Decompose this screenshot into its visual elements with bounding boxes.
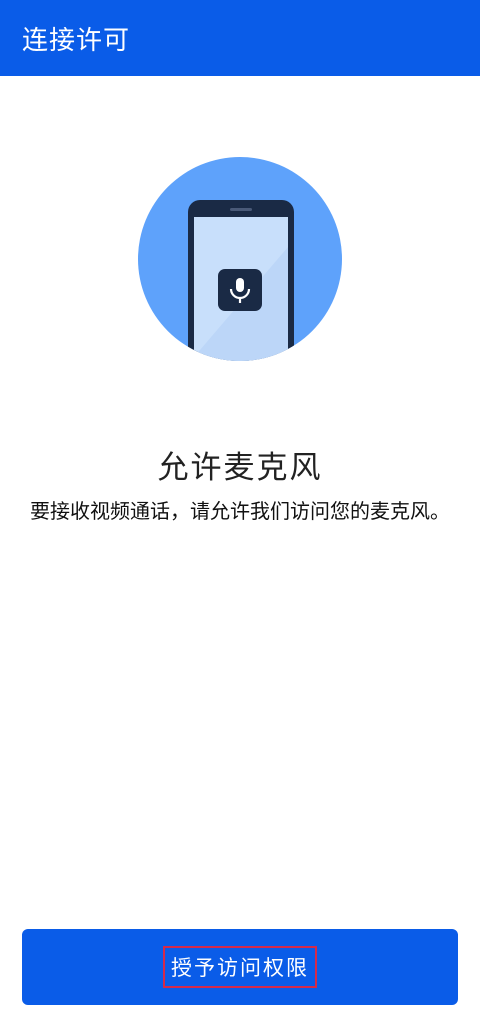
grant-access-button[interactable]: 授予访问权限 — [22, 929, 458, 1005]
app-screen: 连接许可 允许麦克风 要接收视频通话，请允许我们访问您的麦克风。 授予访问权限 — [0, 0, 480, 1031]
permission-description: 要接收视频通话，请允许我们访问您的麦克风。 — [30, 499, 450, 523]
microphone-icon — [218, 269, 262, 311]
top-bar: 连接许可 — [0, 0, 480, 76]
page-title: 连接许可 — [22, 25, 131, 56]
microphone-permission-illustration — [138, 157, 342, 361]
grant-access-label: 授予访问权限 — [163, 946, 317, 988]
phone-microphone-illustration — [138, 157, 342, 361]
permission-title: 允许麦克风 — [157, 450, 323, 486]
